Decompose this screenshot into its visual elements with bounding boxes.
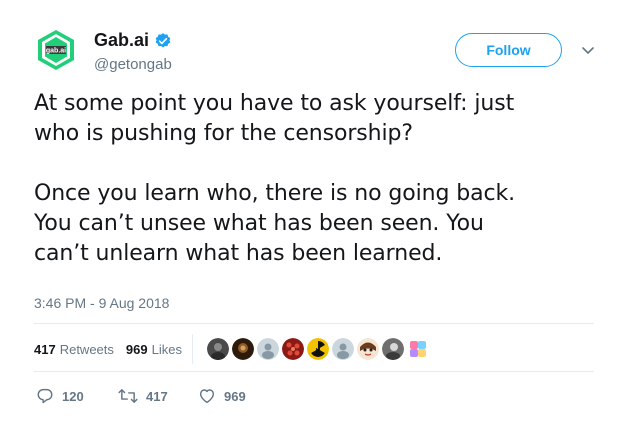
- likes-label: Likes: [151, 341, 182, 357]
- liker-avatar-red-pattern[interactable]: [281, 338, 304, 360]
- liker-avatar-default[interactable]: [331, 338, 354, 360]
- tweet-stats: 417 Retweets 969 Likes: [34, 334, 429, 364]
- retweets-stat[interactable]: 417 Retweets: [34, 342, 114, 357]
- liker-avatar-radiation-symbol[interactable]: [306, 338, 329, 360]
- author-avatar[interactable]: gab.ai: [34, 28, 78, 72]
- chevron-down-icon[interactable]: [580, 42, 596, 58]
- reply-icon: [37, 388, 53, 404]
- tweet-timestamp[interactable]: 3:46 PM - 9 Aug 2018: [34, 295, 169, 311]
- tweet-text: At some point you have to ask yourself: …: [34, 89, 614, 269]
- tweet-card: gab.ai Gab.ai @getongab Follow At some p…: [0, 0, 628, 424]
- liker-avatars: [206, 338, 429, 360]
- tweet-paragraph: Once you learn who, there is no going ba…: [34, 181, 515, 266]
- tweet-paragraph: At some point you have to ask yourself: …: [34, 91, 515, 146]
- retweets-count: 417: [34, 341, 56, 357]
- author-handle[interactable]: @getongab: [94, 56, 172, 73]
- like-count: 969: [224, 388, 246, 404]
- gab-logo-icon: gab.ai: [38, 30, 74, 70]
- likes-count: 969: [125, 341, 148, 357]
- retweet-icon: [118, 389, 138, 403]
- verified-badge-icon: [155, 32, 171, 48]
- follow-button[interactable]: Follow: [455, 33, 562, 67]
- like-button[interactable]: 969: [198, 387, 278, 405]
- liker-avatar-grey-photo[interactable]: [381, 338, 404, 360]
- retweet-count: 417: [146, 388, 168, 404]
- retweets-label: Retweets: [59, 341, 114, 357]
- author-display-name[interactable]: Gab.ai: [94, 30, 149, 51]
- liker-avatar-default[interactable]: [256, 338, 279, 360]
- liker-avatar-dark-photo[interactable]: [206, 338, 229, 360]
- avatar-label: gab.ai: [46, 48, 66, 55]
- reply-button[interactable]: 120: [36, 387, 118, 405]
- stats-separator: [191, 334, 193, 364]
- tweet-actions: 120 417 969: [36, 387, 278, 405]
- liker-avatar-brown-photo[interactable]: [231, 338, 254, 360]
- liker-avatar-cartoon-face[interactable]: [356, 338, 379, 360]
- liker-avatar-colorful-tiles[interactable]: [407, 338, 429, 360]
- author-info[interactable]: Gab.ai @getongab: [94, 30, 172, 73]
- heart-icon: [199, 389, 215, 404]
- divider: [34, 371, 594, 372]
- retweet-button[interactable]: 417: [118, 387, 198, 405]
- likes-stat[interactable]: 969 Likes: [126, 342, 182, 357]
- divider: [34, 323, 594, 324]
- reply-count: 120: [62, 388, 84, 404]
